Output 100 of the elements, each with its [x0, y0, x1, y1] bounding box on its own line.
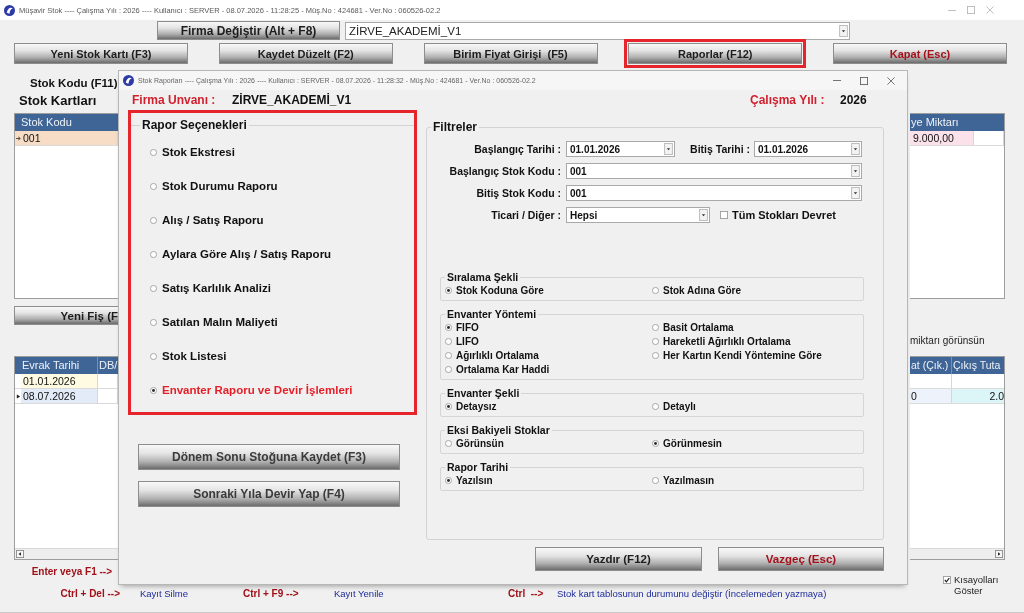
- field-label: Başlangıç Stok Kodu :: [449, 165, 561, 177]
- radio-icon[interactable]: [445, 476, 452, 484]
- report-option[interactable]: Stok Durumu Raporu: [150, 169, 278, 203]
- shortcut-key: Ctrl + Del -->: [60, 587, 120, 600]
- radio-icon[interactable]: [445, 286, 452, 294]
- close-icon[interactable]: [887, 76, 895, 85]
- radio-option[interactable]: Yazılmasın: [652, 473, 715, 487]
- radio-option[interactable]: Yazılsın: [445, 473, 493, 487]
- dropdown-field[interactable]: 01.01.2026: [566, 141, 675, 157]
- table-cell: 01.01.2026: [21, 374, 98, 388]
- radio-option[interactable]: Hareketli Ağırlıklı Ortalama: [652, 334, 791, 348]
- transfer-all-checkbox[interactable]: Tüm Stokları Devret: [720, 209, 836, 221]
- left-arrow-icon[interactable]: [16, 550, 24, 558]
- report-option[interactable]: Stok Ekstresi: [150, 135, 235, 169]
- field-label: Bitiş Stok Kodu :: [476, 187, 561, 199]
- radio-icon[interactable]: [150, 284, 157, 292]
- maximize-icon[interactable]: [860, 76, 868, 85]
- change-company-button[interactable]: Firma Değiştir (Alt + F8): [157, 21, 340, 40]
- report-option[interactable]: Envanter Raporu ve Devir İşlemleri: [150, 373, 353, 407]
- company-name: ZİRVE_AKADEMİ_V1: [232, 93, 352, 107]
- dialog-button[interactable]: Yazdır (F12): [535, 547, 702, 571]
- radio-icon[interactable]: [652, 337, 659, 345]
- group-title: Eksi Bakiyeli Stoklar: [446, 424, 551, 436]
- toolbar-button[interactable]: Yeni Stok Kartı (F3): [14, 43, 188, 64]
- column-header[interactable]: Stok Kodu: [15, 114, 118, 131]
- quantity-visible-label: miktarı görünsün: [910, 334, 985, 348]
- radio-option[interactable]: Detaylı: [652, 399, 696, 413]
- section-title: Stok Kartları: [19, 93, 97, 109]
- group-title: Envanter Yöntemi: [446, 308, 538, 320]
- row-arrow-icon: [15, 135, 21, 141]
- show-shortcuts-checkbox[interactable]: Kısayolları Göster: [943, 574, 1002, 600]
- radio-icon[interactable]: [652, 476, 659, 484]
- radio-icon[interactable]: [150, 250, 157, 258]
- radio-icon[interactable]: [150, 148, 157, 156]
- new-receipt-button[interactable]: Yeni Fiş (F: [14, 306, 118, 325]
- report-option[interactable]: Satış Karlılık Analizi: [150, 271, 271, 305]
- checkbox-icon[interactable]: [720, 211, 728, 219]
- radio-icon[interactable]: [150, 182, 157, 190]
- right-arrow-icon[interactable]: [995, 550, 1003, 558]
- radio-option[interactable]: Stok Koduna Göre: [445, 283, 544, 297]
- report-option[interactable]: Satılan Malın Maliyeti: [150, 305, 278, 339]
- dropdown-field[interactable]: 001: [566, 185, 862, 201]
- radio-icon[interactable]: [445, 402, 452, 410]
- row-caret-icon: [15, 393, 21, 399]
- radio-option[interactable]: Stok Adına Göre: [652, 283, 741, 297]
- radio-icon[interactable]: [150, 318, 157, 326]
- year-value: 2026: [840, 93, 867, 107]
- dialog-button[interactable]: Vazgeç (Esc): [718, 547, 884, 571]
- radio-icon[interactable]: [652, 286, 659, 294]
- radio-option[interactable]: Ağırlıklı Ortalama: [445, 348, 539, 362]
- company-label: Firma Unvanı :: [132, 93, 216, 107]
- report-option[interactable]: Aylara Göre Alış / Satış Raporu: [150, 237, 332, 271]
- horizontal-scrollbar[interactable]: [910, 548, 1004, 559]
- radio-icon[interactable]: [150, 386, 157, 394]
- app-logo-icon: [4, 4, 15, 16]
- group-title: Filtreler: [432, 120, 478, 134]
- column-header[interactable]: ye Miktarı: [910, 114, 1004, 131]
- close-icon[interactable]: [986, 6, 994, 14]
- radio-option[interactable]: Görünmesin: [652, 436, 722, 450]
- toolbar-button[interactable]: Birim Fiyat Girişi (F5): [423, 43, 598, 64]
- field-label: Bitiş Tarihi :: [690, 143, 750, 155]
- radio-icon[interactable]: [445, 351, 452, 359]
- minimize-icon[interactable]: [948, 9, 956, 11]
- radio-option[interactable]: FIFO: [445, 320, 479, 334]
- radio-icon[interactable]: [150, 352, 157, 360]
- radio-icon[interactable]: [150, 216, 157, 224]
- dropdown-field[interactable]: Hepsi: [566, 207, 710, 223]
- report-option[interactable]: Alış / Satış Raporu: [150, 203, 264, 237]
- radio-icon[interactable]: [652, 351, 659, 359]
- checkbox-icon[interactable]: [943, 576, 951, 584]
- radio-option[interactable]: LIFO: [445, 334, 479, 348]
- horizontal-scrollbar[interactable]: [15, 548, 118, 559]
- shortcut-description: Kayıt Yenile: [334, 587, 384, 600]
- radio-option[interactable]: Detaysız: [445, 399, 497, 413]
- table-cell: 0: [910, 389, 952, 403]
- table-row[interactable]: 08.07.2026: [15, 389, 118, 404]
- column-header[interactable]: at (Çık.): [910, 357, 952, 374]
- radio-icon[interactable]: [652, 402, 659, 410]
- radio-option[interactable]: Her Kartın Kendi Yöntemine Göre: [652, 348, 822, 362]
- toolbar-button[interactable]: Raporlar (F12): [628, 43, 803, 64]
- radio-icon[interactable]: [445, 337, 452, 345]
- action-button[interactable]: Sonraki Yıla Devir Yap (F4): [138, 481, 400, 507]
- table-row[interactable]: 01.01.2026: [15, 374, 118, 389]
- radio-icon[interactable]: [652, 323, 659, 331]
- group-title: Sıralama Şekli: [446, 271, 520, 283]
- radio-option[interactable]: Ortalama Kar Haddi: [445, 362, 550, 376]
- dropdown-field[interactable]: 01.01.2026: [754, 141, 862, 157]
- radio-option[interactable]: Görünsün: [445, 436, 504, 450]
- toolbar-button[interactable]: Kapat (Esc): [833, 43, 1007, 64]
- radio-icon[interactable]: [445, 439, 452, 447]
- radio-option[interactable]: Basit Ortalama: [652, 320, 734, 334]
- radio-icon[interactable]: [445, 323, 452, 331]
- action-button[interactable]: Dönem Sonu Stoğuna Kaydet (F3): [138, 444, 400, 470]
- dropdown-field[interactable]: 001: [566, 163, 862, 179]
- company-dropdown[interactable]: ZİRVE_AKADEMİ_V1: [345, 21, 850, 40]
- radio-icon[interactable]: [652, 439, 659, 447]
- toolbar-button[interactable]: Kaydet Düzelt (F2): [218, 43, 393, 64]
- radio-icon[interactable]: [445, 365, 452, 373]
- table-cell: 9.000,00: [910, 131, 974, 145]
- report-option[interactable]: Stok Listesi: [150, 339, 227, 373]
